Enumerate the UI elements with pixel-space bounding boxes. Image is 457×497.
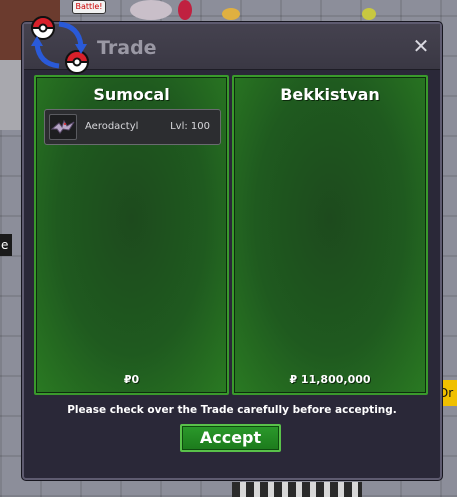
trade-window: Trade ✕ Sumocal Aerodactyl Lvl: 100 ₽0 B… <box>22 16 442 480</box>
accept-button[interactable]: Accept <box>180 424 281 452</box>
background-npc-sprite <box>222 8 240 20</box>
aerodactyl-sprite-icon <box>49 114 77 140</box>
pokeball-swap-logo-icon <box>30 16 90 74</box>
pokemon-name: Aerodactyl <box>85 121 139 132</box>
pokemon-slot[interactable]: Aerodactyl Lvl: 100 <box>44 109 221 145</box>
player-name: Bekkistvan <box>280 85 380 104</box>
background-npc-sprite <box>130 0 172 20</box>
background-npc-sprite <box>178 0 192 20</box>
money-offer: ₽ 11,800,000 <box>289 373 371 386</box>
background-npc-sprite <box>362 8 376 20</box>
window-title: Trade <box>97 37 157 59</box>
offer-panel-bekkistvan: Bekkistvan ₽ 11,800,000 <box>232 75 428 395</box>
offer-panel-sumocal: Sumocal Aerodactyl Lvl: 100 ₽0 <box>34 75 229 395</box>
background-npc-sprite <box>232 482 362 497</box>
trade-offers: Sumocal Aerodactyl Lvl: 100 ₽0 Bekkistva… <box>32 75 436 395</box>
pokemon-level: Lvl: 100 <box>170 121 210 132</box>
money-offer: ₽0 <box>123 373 140 386</box>
close-button[interactable]: ✕ <box>412 34 430 58</box>
trade-notice: Please check over the Trade carefully be… <box>67 404 397 416</box>
close-icon: ✕ <box>412 34 430 58</box>
player-name: Sumocal <box>93 85 170 104</box>
aerodactyl-sprite-icon <box>50 119 75 134</box>
background-side-label: e <box>0 234 12 256</box>
